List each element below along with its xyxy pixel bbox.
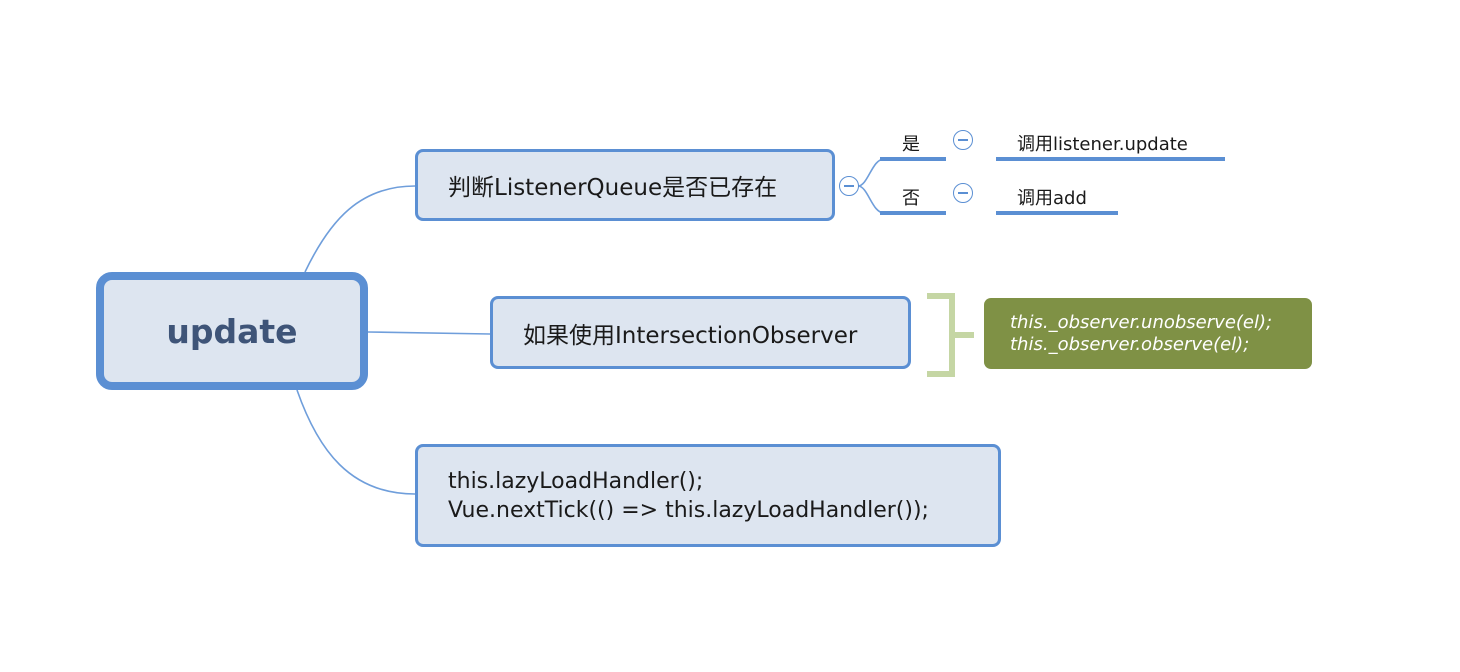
- collapse-no-button[interactable]: [953, 183, 973, 203]
- action-yes-label: 调用listener.update: [1017, 134, 1188, 155]
- condition-no-label: 否: [902, 188, 920, 209]
- mind-map-canvas: update 判断ListenerQueue是否已存在 是 调用listener…: [0, 0, 1460, 672]
- branch-check-label: 判断ListenerQueue是否已存在: [448, 175, 778, 201]
- handler-line: Vue.nextTick(() => this.lazyLoadHandler(…: [448, 497, 929, 523]
- branch-lazy-load-handler[interactable]: this.lazyLoadHandler(); Vue.nextTick(() …: [415, 444, 1001, 547]
- connector-check-to-no: [857, 185, 885, 214]
- branch-check-listener-queue[interactable]: 判断ListenerQueue是否已存在: [415, 149, 835, 221]
- action-no-label: 调用add: [1017, 188, 1087, 209]
- connector-root-to-check: [304, 185, 416, 273]
- root-node[interactable]: update: [96, 272, 368, 390]
- connector-root-to-observer: [367, 331, 491, 335]
- connector-root-to-handler: [296, 389, 416, 495]
- summary-bracket: [927, 293, 974, 377]
- observer-summary-note[interactable]: this._observer.unobserve(el); this._obse…: [984, 298, 1312, 369]
- root-label: update: [166, 311, 298, 351]
- handler-line: this.lazyLoadHandler();: [448, 468, 704, 494]
- condition-yes-label: 是: [902, 134, 920, 155]
- minus-circle-icon: [958, 192, 968, 194]
- collapse-yes-button[interactable]: [953, 130, 973, 150]
- collapse-check-button[interactable]: [839, 176, 859, 196]
- minus-circle-icon: [844, 185, 854, 187]
- branch-observer-label: 如果使用IntersectionObserver: [523, 322, 858, 349]
- connector-check-to-yes: [857, 158, 885, 187]
- note-line: this._observer.observe(el);: [1010, 333, 1250, 355]
- minus-circle-icon: [958, 139, 968, 141]
- branch-intersection-observer[interactable]: 如果使用IntersectionObserver: [490, 296, 911, 369]
- note-line: this._observer.unobserve(el);: [1010, 311, 1273, 333]
